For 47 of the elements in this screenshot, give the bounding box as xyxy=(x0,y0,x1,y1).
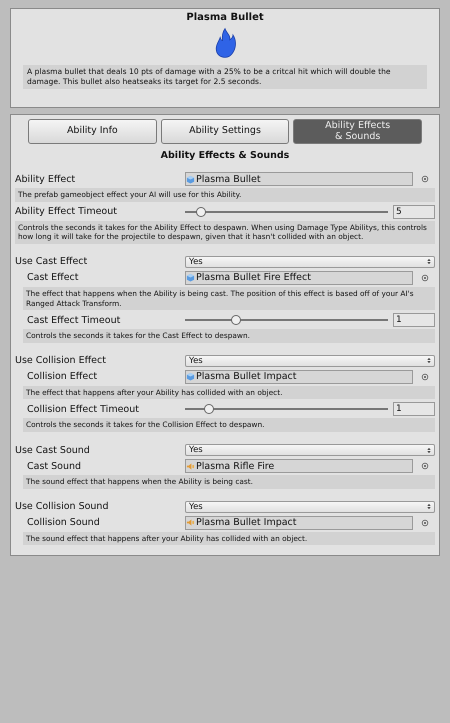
field-label: Cast Effect xyxy=(27,272,80,284)
section-title: Ability Effects & Sounds xyxy=(160,150,290,161)
picker-icon[interactable] xyxy=(421,518,429,527)
updown-arrow-icon xyxy=(427,357,431,364)
number-field[interactable]: 1 xyxy=(393,402,435,416)
updown-arrow-icon xyxy=(427,258,431,266)
object-field[interactable]: Plasma Bullet Impact xyxy=(185,370,413,384)
tab[interactable]: Ability Info xyxy=(28,119,157,144)
field-label: Ability Effect xyxy=(15,174,76,184)
number-field[interactable]: 5 xyxy=(393,204,435,219)
updown-arrow-icon xyxy=(427,446,431,454)
updown-arrow-icon xyxy=(427,503,431,510)
field-label: Cast Effect Timeout xyxy=(27,314,122,326)
dropdown[interactable]: Yes xyxy=(185,500,435,513)
field-label: Collision Sound xyxy=(27,517,101,528)
object-field[interactable]: Plasma Bullet Fire Effect xyxy=(185,270,413,285)
picker-icon[interactable] xyxy=(421,462,429,470)
cube-icon xyxy=(186,372,195,382)
field-label: Use Cast Sound xyxy=(15,444,91,456)
tab[interactable]: Ability Settings xyxy=(160,119,290,144)
picker-icon[interactable] xyxy=(421,372,429,381)
tab[interactable]: Ability Effects & Sounds xyxy=(293,119,422,144)
dropdown[interactable]: Yes xyxy=(185,256,435,268)
field-label: Collision Effect Timeout xyxy=(27,404,140,415)
object-field[interactable]: Plasma Bullet xyxy=(185,172,413,186)
slider-thumb[interactable] xyxy=(196,206,206,217)
number-field[interactable]: 1 xyxy=(393,313,435,328)
flame-icon xyxy=(213,27,237,59)
object-field[interactable]: Plasma Bullet Impact xyxy=(185,516,413,530)
picker-icon[interactable] xyxy=(421,175,429,183)
field-label: Cast Sound xyxy=(27,460,82,472)
field-label: Collision Effect xyxy=(27,371,98,382)
slider-thumb[interactable] xyxy=(204,404,214,414)
field-label: Use Collision Sound xyxy=(15,501,110,512)
field-label: Ability Effect Timeout xyxy=(15,206,118,218)
object-field[interactable]: Plasma Rifle Fire xyxy=(185,459,413,473)
audio-icon xyxy=(186,518,195,528)
field-label: Use Cast Effect xyxy=(15,256,88,268)
field-label: Use Collision Effect xyxy=(15,355,107,366)
ability-title: Plasma Bullet xyxy=(186,12,264,23)
audio-icon xyxy=(186,462,195,470)
picker-icon[interactable] xyxy=(421,274,429,282)
cube-icon xyxy=(186,174,195,184)
cube-icon xyxy=(186,273,195,282)
dropdown[interactable]: Yes xyxy=(185,354,435,367)
slider-thumb[interactable] xyxy=(230,315,241,326)
dropdown[interactable]: Yes xyxy=(185,444,435,456)
